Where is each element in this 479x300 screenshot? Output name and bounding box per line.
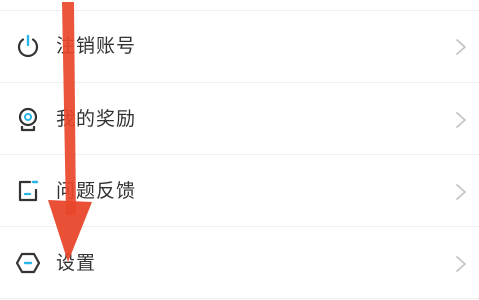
badge-icon xyxy=(15,106,41,132)
settings-menu-list: 注销账号 我的奖励 问题反馈 设置 xyxy=(0,0,479,300)
menu-item-my-rewards[interactable]: 我的奖励 xyxy=(0,84,479,154)
chevron-right-icon xyxy=(454,254,468,274)
divider xyxy=(0,154,479,155)
settings-hexagon-icon xyxy=(15,250,41,276)
feedback-icon xyxy=(15,178,41,204)
chevron-right-icon xyxy=(454,110,468,130)
menu-item-feedback[interactable]: 问题反馈 xyxy=(0,156,479,226)
menu-item-label: 问题反馈 xyxy=(56,180,137,202)
menu-item-label: 注销账号 xyxy=(56,35,137,57)
chevron-right-icon xyxy=(454,182,468,202)
divider xyxy=(0,82,479,83)
divider xyxy=(0,226,479,227)
menu-item-settings[interactable]: 设置 xyxy=(0,228,479,298)
menu-item-label: 我的奖励 xyxy=(56,108,137,130)
divider xyxy=(0,298,479,299)
chevron-right-icon xyxy=(454,37,468,57)
menu-item-label: 设置 xyxy=(56,252,97,274)
menu-item-deregister-account[interactable]: 注销账号 xyxy=(0,11,479,81)
power-icon xyxy=(15,33,41,59)
